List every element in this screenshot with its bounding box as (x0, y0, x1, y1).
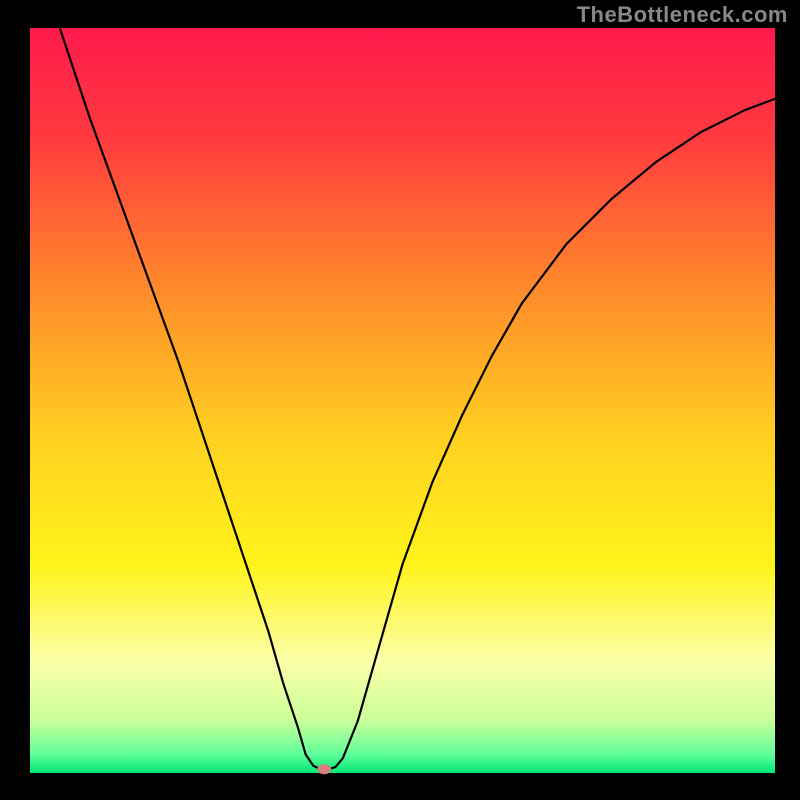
bottleneck-chart (0, 0, 800, 800)
watermark-text: TheBottleneck.com (577, 2, 788, 28)
min-marker (317, 764, 331, 774)
chart-container: TheBottleneck.com (0, 0, 800, 800)
plot-background (30, 28, 775, 773)
